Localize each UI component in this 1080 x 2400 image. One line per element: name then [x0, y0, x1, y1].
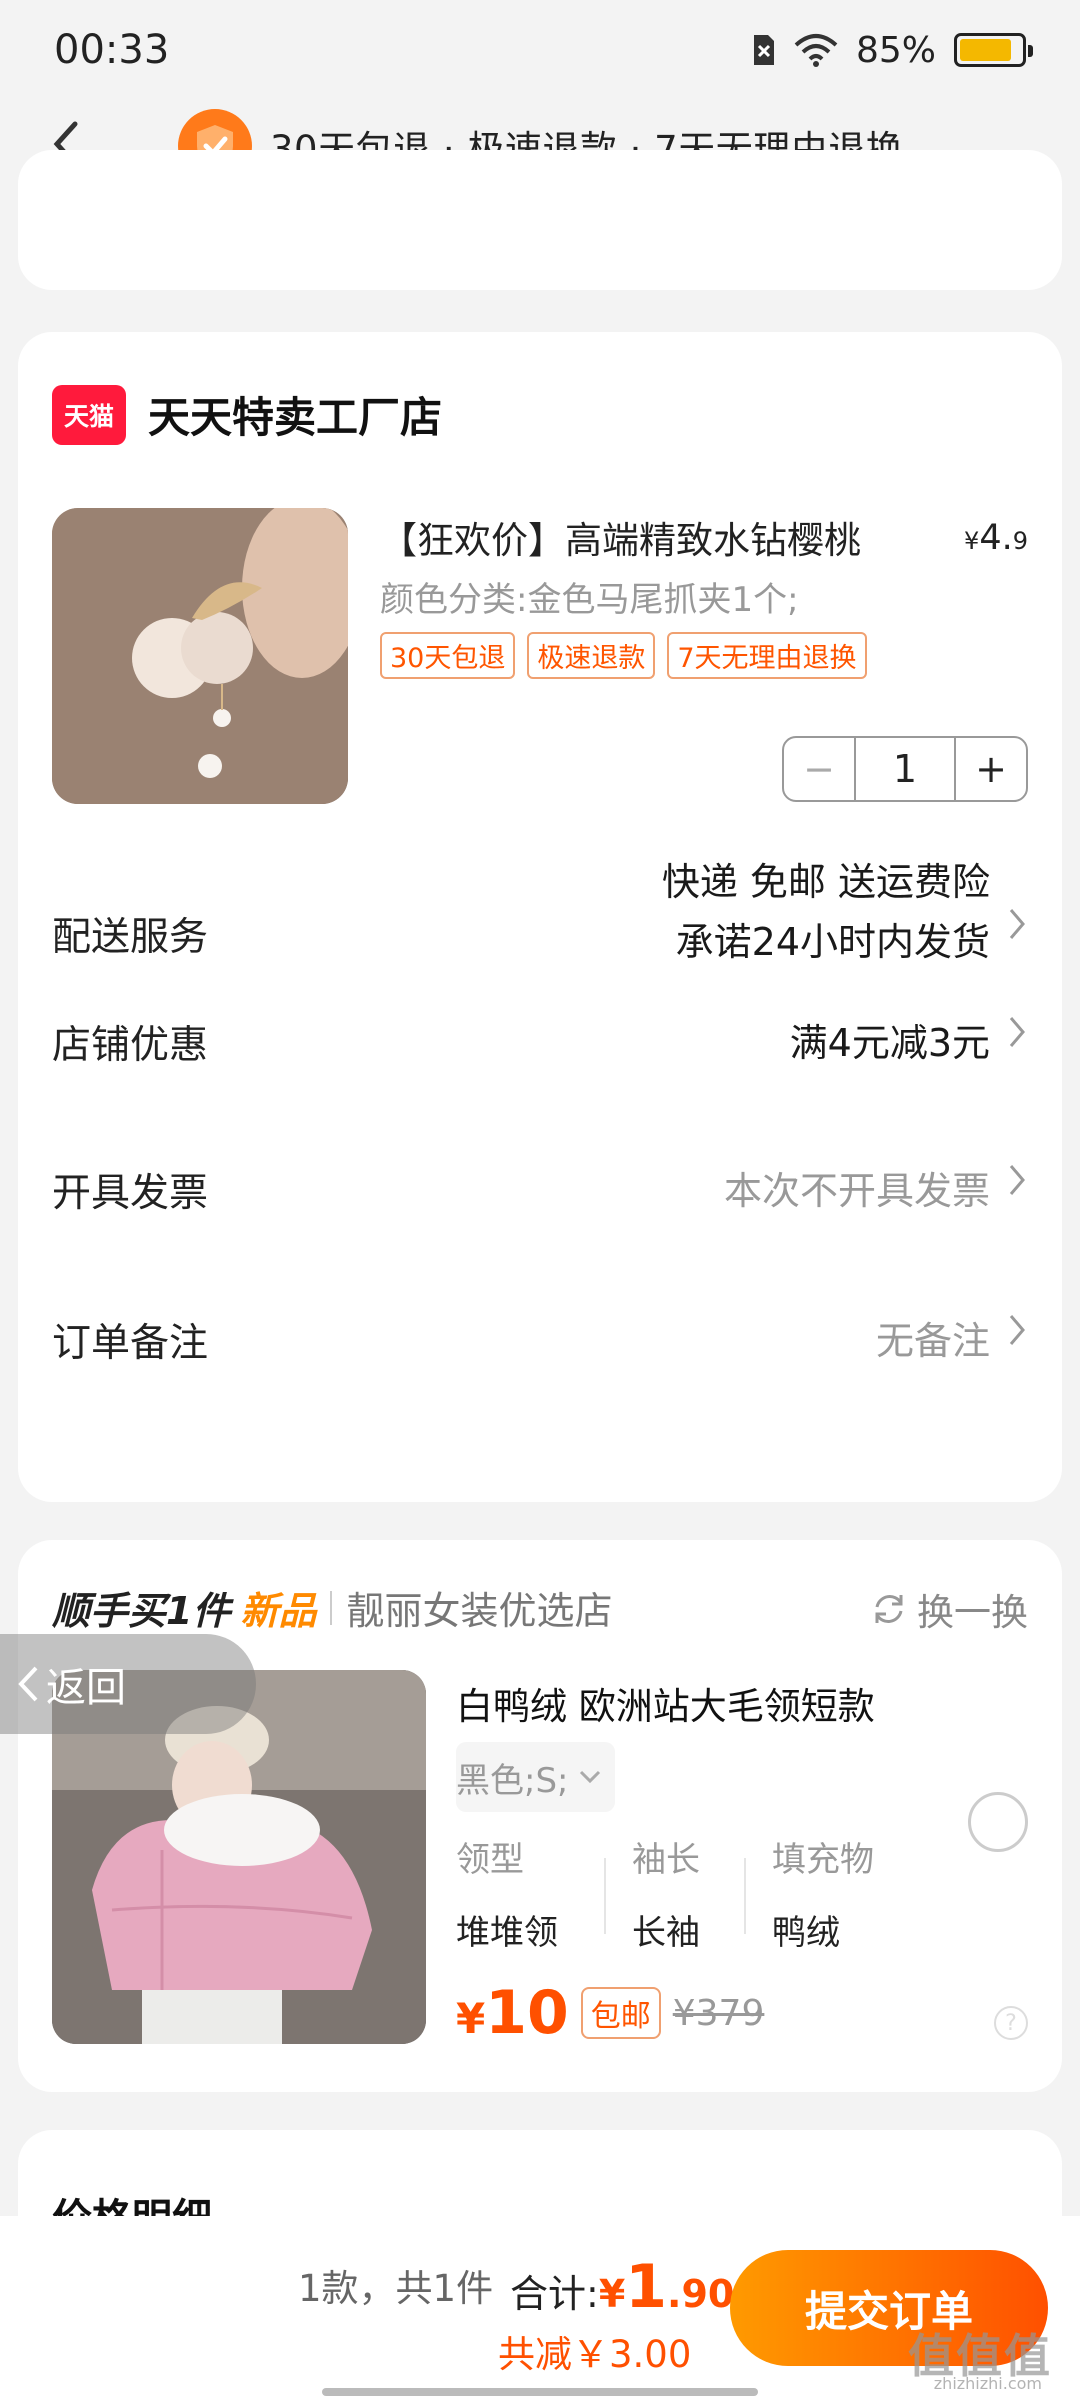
- increase-button[interactable]: +: [954, 738, 1026, 800]
- divider: [330, 1590, 333, 1625]
- service-tags: 30天包退 极速退款 7天无理由退换: [380, 632, 867, 679]
- tag-7day-return: 7天无理由退换: [667, 632, 867, 679]
- divider: [744, 1858, 746, 1934]
- addon-sku-select[interactable]: 黑色;S;: [456, 1742, 615, 1812]
- status-bar: 00:33 85%: [0, 0, 1080, 100]
- quantity-value[interactable]: 1: [856, 738, 954, 800]
- tag-fast-refund: 极速退款: [527, 632, 656, 679]
- delivery-value[interactable]: 快递 免邮 送运费险 承诺24小时内发货: [662, 852, 990, 972]
- home-indicator[interactable]: [322, 2388, 758, 2396]
- shop-discount-label: 店铺优惠: [52, 1023, 209, 1068]
- shop-discount-value[interactable]: 满4元减3元: [790, 1012, 990, 1067]
- total-discount: 共减￥3.00: [498, 2333, 692, 2376]
- invoice-label: 开具发票: [52, 1171, 209, 1216]
- chevron-right-icon[interactable]: [1002, 904, 1032, 944]
- invoice-value[interactable]: 本次不开具发票: [724, 1160, 990, 1215]
- swap-button[interactable]: 换一换: [869, 1582, 1028, 1636]
- addon-product-name[interactable]: 白鸭绒 欧洲站大毛领短款: [456, 1676, 875, 1730]
- addon-new-label: 新品: [240, 1589, 317, 1633]
- order-note-label: 订单备注: [52, 1321, 209, 1366]
- sim-icon: [753, 35, 774, 65]
- attr-collar: 领型 堆堆领: [456, 1840, 558, 1953]
- tmall-logo: 天猫: [52, 384, 126, 445]
- order-card: 天猫 天天特卖工厂店 【狂欢价】高端精致水钻樱桃 ¥4.9 颜色分类:金色马尾抓…: [18, 332, 1062, 1502]
- battery-percent: 85%: [855, 29, 936, 71]
- addon-select-radio[interactable]: [968, 1792, 1028, 1852]
- product-title[interactable]: 【狂欢价】高端精致水钻樱桃: [380, 510, 861, 564]
- help-icon[interactable]: ?: [994, 2006, 1028, 2040]
- order-total: 合计: ¥1.90: [510, 2252, 735, 2322]
- product-price: ¥4.9: [964, 518, 1028, 558]
- attr-filling: 填充物 鸭绒: [772, 1840, 874, 1953]
- watermark-url: zhizhizhi.com: [933, 2374, 1042, 2393]
- status-icons: 85%: [750, 29, 1033, 71]
- shop-name: 天天特卖工厂店: [148, 393, 443, 442]
- original-price: ¥379: [672, 1992, 765, 2034]
- quantity-stepper: − 1 +: [782, 736, 1028, 802]
- shop-header[interactable]: 天猫 天天特卖工厂店: [52, 384, 442, 445]
- floating-back-button[interactable]: 返回: [0, 1634, 256, 1734]
- divider: [604, 1858, 606, 1934]
- addon-card: 顺手买1件 新品 靓丽女装优选店 换一换 白鸭绒 欧洲站大毛领短款 黑色;S; …: [18, 1540, 1062, 2092]
- delivery-label: 配送服务: [52, 915, 209, 960]
- tag-return-30: 30天包退: [380, 632, 516, 679]
- chevron-down-icon: [579, 1770, 600, 1784]
- addon-header: 顺手买1件 新品 靓丽女装优选店: [52, 1580, 612, 1635]
- item-count: 1款，共1件: [298, 2267, 494, 2310]
- product-sku[interactable]: 颜色分类:金色马尾抓夹1个;: [380, 572, 799, 621]
- chevron-right-icon[interactable]: [1002, 1310, 1032, 1350]
- chevron-right-icon[interactable]: [1002, 1012, 1032, 1052]
- product-image[interactable]: [52, 508, 348, 804]
- attr-sleeve: 袖长 长袖: [632, 1840, 700, 1953]
- chevron-left-icon: [18, 1666, 38, 1702]
- previous-section-card: [18, 150, 1062, 290]
- free-shipping-badge: 包邮: [580, 1987, 661, 2039]
- order-note-value[interactable]: 无备注: [876, 1310, 990, 1365]
- battery-icon: [954, 33, 1033, 67]
- decrease-button[interactable]: −: [784, 738, 856, 800]
- addon-price: ¥10 包邮 ¥379: [456, 1978, 765, 2048]
- addon-shop-name[interactable]: 靓丽女装优选店: [346, 1580, 612, 1635]
- refresh-icon: [875, 1595, 903, 1623]
- clock: 00:33: [54, 27, 170, 73]
- wifi-icon: [794, 34, 838, 67]
- addon-title: 顺手买1件: [52, 1589, 231, 1633]
- chevron-right-icon[interactable]: [1002, 1160, 1032, 1200]
